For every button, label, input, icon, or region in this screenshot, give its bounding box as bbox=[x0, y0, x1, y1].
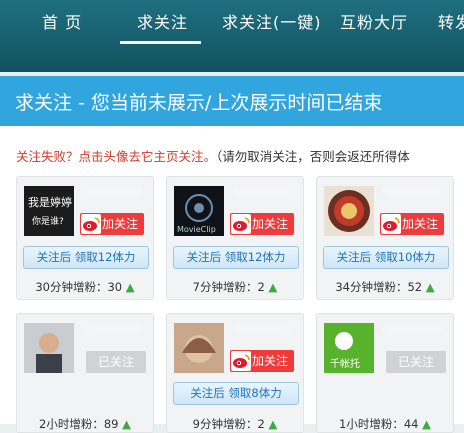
nav-request-follow-one-click[interactable]: 求关注(一键) bbox=[222, 9, 322, 33]
follow-button[interactable]: 加关注 bbox=[380, 213, 444, 235]
user-avatar[interactable]: 我是婷婷 你是谁? bbox=[24, 186, 74, 236]
user-card: 加关注 关注后 领取10体力 34分钟增粉：52 ▲ bbox=[316, 176, 454, 300]
fan-growth-text: 1小时增粉：44 bbox=[339, 417, 419, 431]
avatar-image bbox=[174, 323, 224, 373]
fan-growth-text: 7分钟增粉：2 bbox=[192, 280, 265, 294]
fan-growth-text: 30分钟增粉：30 bbox=[35, 280, 123, 294]
user-name-blurred bbox=[233, 324, 293, 334]
follow-button-label: 加关注 bbox=[252, 217, 289, 231]
weibo-icon bbox=[381, 214, 401, 234]
follow-button-label: 加关注 bbox=[102, 217, 139, 231]
user-avatar[interactable]: 千帐托 bbox=[324, 323, 374, 373]
user-card: 已关注 2小时增粉：89 ▲ bbox=[16, 313, 154, 433]
nav-repost[interactable]: 转发 bbox=[438, 9, 464, 33]
user-name-blurred bbox=[83, 324, 143, 334]
up-arrow-icon: ▲ bbox=[422, 417, 431, 431]
page-banner: 求关注 - 您当前未展示/上次展示时间已结束 bbox=[0, 76, 464, 126]
avatar-caption: MovieClip bbox=[177, 225, 216, 234]
weibo-icon bbox=[231, 351, 251, 371]
nav-mutual-follow-hall[interactable]: 互粉大厅 bbox=[340, 9, 408, 33]
content-panel: 关注失败？点击头像去它主页关注。（请勿取消关注，否则会返还所得体 我是婷婷 你是… bbox=[0, 126, 464, 433]
fan-growth: 2小时增粉：89 ▲ bbox=[17, 416, 153, 432]
user-avatar[interactable] bbox=[174, 323, 224, 373]
user-name-blurred bbox=[233, 187, 293, 197]
follow-button[interactable]: 加关注 bbox=[230, 213, 294, 235]
user-avatar[interactable]: MovieClip bbox=[174, 186, 224, 236]
nav-active-indicator bbox=[120, 41, 201, 44]
weibo-icon bbox=[231, 214, 251, 234]
weibo-icon bbox=[81, 214, 101, 234]
user-card: 我是婷婷 你是谁? 加关注 关注后 领取12体力 30分钟增粉：30 ▲ bbox=[16, 176, 154, 300]
followed-button[interactable]: 已关注 bbox=[386, 351, 446, 373]
up-arrow-icon: ▲ bbox=[425, 280, 435, 294]
fan-growth: 9分钟增粉：2 ▲ bbox=[167, 416, 303, 432]
reward-button[interactable]: 关注后 领取8体力 bbox=[173, 382, 299, 405]
fan-growth: 30分钟增粉：30 ▲ bbox=[17, 279, 153, 295]
follow-button[interactable]: 加关注 bbox=[230, 350, 294, 372]
reward-button[interactable]: 关注后 领取12体力 bbox=[173, 246, 299, 269]
user-card: 千帐托 已关注 1小时增粉：44 ▲ bbox=[316, 313, 454, 433]
user-name-blurred bbox=[83, 187, 143, 197]
up-arrow-icon: ▲ bbox=[268, 417, 278, 431]
followed-button[interactable]: 已关注 bbox=[86, 351, 146, 373]
avatar-image: 千帐托 bbox=[324, 323, 374, 373]
user-card: 加关注 关注后 领取8体力 9分钟增粉：2 ▲ bbox=[166, 313, 304, 433]
fan-growth-text: 2小时增粉：89 bbox=[39, 417, 119, 431]
up-arrow-icon: ▲ bbox=[268, 280, 278, 294]
fan-growth: 1小时增粉：44 ▲ bbox=[317, 416, 453, 432]
avatar-caption-1: 我是婷婷 bbox=[28, 195, 72, 209]
top-nav: 首 页 求关注 求关注(一键) 互粉大厅 转发 bbox=[0, 0, 464, 72]
avatar-caption-2: 你是谁? bbox=[32, 215, 64, 227]
up-arrow-icon: ▲ bbox=[122, 417, 131, 431]
user-card: MovieClip 加关注 关注后 领取12体力 7分钟增粉：2 ▲ bbox=[166, 176, 304, 300]
follow-button-label: 加关注 bbox=[402, 217, 439, 231]
user-name-blurred bbox=[383, 187, 443, 197]
user-name-blurred bbox=[383, 324, 443, 334]
follow-button-label: 加关注 bbox=[252, 354, 289, 368]
page-title: 求关注 - 您当前未展示/上次展示时间已结束 bbox=[15, 92, 383, 114]
reward-button[interactable]: 关注后 领取12体力 bbox=[23, 246, 149, 269]
avatar-image bbox=[324, 186, 374, 236]
notice-failed-text: 关注失败？点击头像去它主页关注。 bbox=[16, 149, 217, 164]
notice-warning-text: （请勿取消关注，否则会返还所得体 bbox=[216, 149, 410, 164]
fan-growth-text: 9分钟增粉：2 bbox=[192, 417, 265, 431]
notice-text: 关注失败？点击头像去它主页关注。（请勿取消关注，否则会返还所得体 bbox=[16, 146, 410, 165]
nav-request-follow[interactable]: 求关注 bbox=[137, 9, 188, 33]
user-avatar[interactable] bbox=[24, 323, 74, 373]
follow-button[interactable]: 加关注 bbox=[80, 213, 144, 235]
avatar-image: MovieClip bbox=[174, 186, 224, 236]
avatar-caption: 千帐托 bbox=[330, 357, 360, 370]
avatar-image: 我是婷婷 你是谁? bbox=[24, 186, 74, 236]
fan-growth: 7分钟增粉：2 ▲ bbox=[167, 279, 303, 295]
fan-growth-text: 34分钟增粉：52 bbox=[335, 280, 423, 294]
user-avatar[interactable] bbox=[324, 186, 374, 236]
fan-growth: 34分钟增粉：52 ▲ bbox=[317, 279, 453, 295]
nav-home[interactable]: 首 页 bbox=[42, 9, 82, 33]
avatar-image bbox=[24, 323, 74, 373]
reward-button[interactable]: 关注后 领取10体力 bbox=[323, 246, 449, 269]
up-arrow-icon: ▲ bbox=[125, 280, 135, 294]
